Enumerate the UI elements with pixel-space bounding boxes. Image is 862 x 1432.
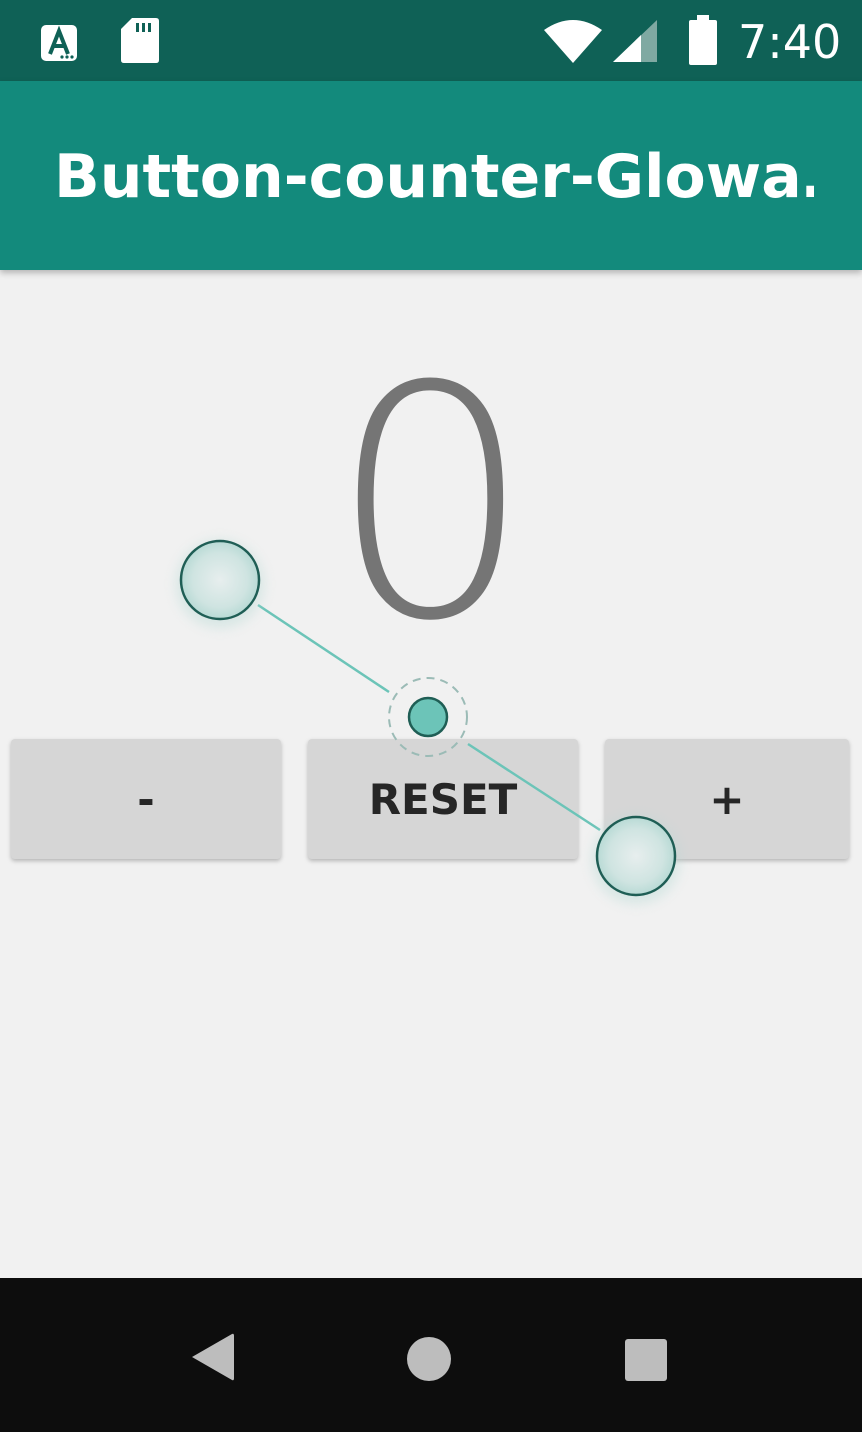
navigation-bar (0, 1278, 862, 1432)
app-bar: Button-counter-Glowa… (0, 81, 862, 270)
app-title: Button-counter-Glowa… (54, 142, 814, 212)
counter-display: 0 (329, 319, 533, 691)
gesture-center-dot (407, 696, 449, 738)
wifi-icon (544, 20, 602, 63)
back-icon[interactable] (190, 1332, 236, 1382)
home-icon[interactable] (406, 1336, 452, 1382)
sd-card-icon (121, 18, 159, 63)
status-bar: 7:40 (0, 0, 862, 81)
decrement-button[interactable]: - (11, 739, 281, 859)
increment-button[interactable]: + (605, 739, 849, 859)
recents-icon[interactable] (624, 1338, 668, 1382)
notification-a-icon (41, 25, 77, 61)
screen: 7:40 Button-counter-Glowa… 0 - RESET + (0, 0, 862, 1432)
signal-icon (613, 20, 657, 62)
clock: 7:40 (738, 15, 842, 69)
battery-icon (689, 15, 717, 65)
reset-button[interactable]: RESET (308, 739, 578, 859)
